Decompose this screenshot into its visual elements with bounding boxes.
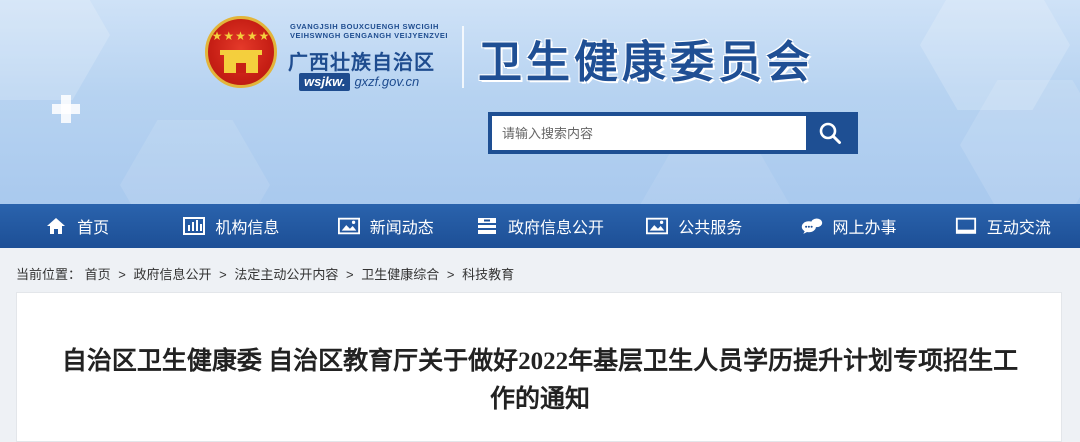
medical-cross-icon	[52, 95, 80, 123]
region-name: 广西壮族自治区	[288, 52, 435, 74]
nav-label: 公共服务	[678, 220, 743, 237]
picture-icon	[646, 215, 669, 237]
nav-label: 新闻动态	[369, 220, 434, 237]
breadcrumb-separator: >	[118, 267, 126, 282]
search-icon	[819, 122, 841, 144]
article-container: 自治区卫生健康委 自治区教育厅关于做好2022年基层卫生人员学历提升计划专项招生…	[16, 292, 1062, 442]
breadcrumb: 当前位置： 首页 > 政府信息公开 > 法定主动公开内容 > 卫生健康综合 > …	[16, 264, 514, 283]
breadcrumb-prefix: 当前位置：	[16, 267, 82, 282]
nav-label: 首页	[77, 220, 110, 237]
search-input[interactable]	[492, 116, 806, 150]
home-icon	[45, 215, 67, 237]
bar-chart-icon	[183, 215, 206, 237]
decorative-hexagon	[0, 0, 110, 100]
site-domain: wsjkw. gxzf.gov.cn	[299, 73, 419, 91]
image-icon	[337, 215, 360, 237]
zhuang-line-1: GVANGJSIH BOUXCUENGH SWCIGIH	[290, 22, 439, 31]
main-navigation: 首页 机构信息 新闻动态 政府信息公开 公共服务 网上办事 互动交流	[0, 204, 1080, 248]
breadcrumb-separator: >	[446, 267, 455, 282]
nav-item-gov-info[interactable]: 政府信息公开	[463, 204, 617, 248]
breadcrumb-link[interactable]: 法定主动公开内容	[234, 267, 338, 282]
breadcrumb-link[interactable]: 首页	[85, 267, 111, 282]
breadcrumb-link[interactable]: 科技教育	[462, 267, 514, 282]
breadcrumb-link[interactable]: 卫生健康综合	[361, 267, 439, 282]
nav-label: 互动交流	[986, 220, 1051, 237]
breadcrumb-separator: >	[346, 267, 354, 282]
zhuang-language-name: GVANGJSIH BOUXCUENGH SWCIGIH VEIHSWNGH G…	[290, 22, 460, 40]
nav-item-organization[interactable]: 机构信息	[154, 204, 308, 248]
site-header: ★★★★★ GVANGJSIH BOUXCUENGH SWCIGIH VEIHS…	[0, 0, 1080, 205]
nav-label: 网上办事	[832, 220, 897, 237]
nav-label: 机构信息	[215, 220, 280, 237]
domain-prefix: wsjkw.	[299, 73, 351, 91]
domain-rest: gxzf.gov.cn	[354, 74, 420, 89]
header-divider	[462, 26, 464, 88]
search-button[interactable]	[806, 116, 854, 150]
nav-item-interaction[interactable]: 互动交流	[926, 204, 1080, 248]
article-title: 自治区卫生健康委 自治区教育厅关于做好2022年基层卫生人员学历提升计划专项招生…	[61, 348, 1019, 413]
nav-item-public-service[interactable]: 公共服务	[617, 204, 771, 248]
emblem-stars: ★★★★★	[211, 29, 271, 43]
breadcrumb-separator: >	[219, 267, 227, 282]
chat-bubbles-icon	[801, 215, 823, 237]
document-stack-icon	[476, 215, 498, 237]
nav-item-news[interactable]: 新闻动态	[309, 204, 463, 248]
national-emblem-logo[interactable]: ★★★★★	[205, 16, 277, 88]
nav-item-online-service[interactable]: 网上办事	[771, 204, 925, 248]
site-title: 卫生健康委员会	[478, 37, 814, 88]
nav-label: 政府信息公开	[507, 220, 604, 237]
emblem-gate	[220, 50, 262, 73]
decorative-hexagon	[120, 120, 270, 205]
zhuang-line-2: VEIHSWNGH GENGANGH VEIJYENZVEI	[290, 31, 448, 40]
monitor-icon	[955, 215, 977, 237]
nav-item-home[interactable]: 首页	[0, 204, 154, 248]
breadcrumb-link[interactable]: 政府信息公开	[134, 267, 212, 282]
search-box	[488, 112, 858, 154]
